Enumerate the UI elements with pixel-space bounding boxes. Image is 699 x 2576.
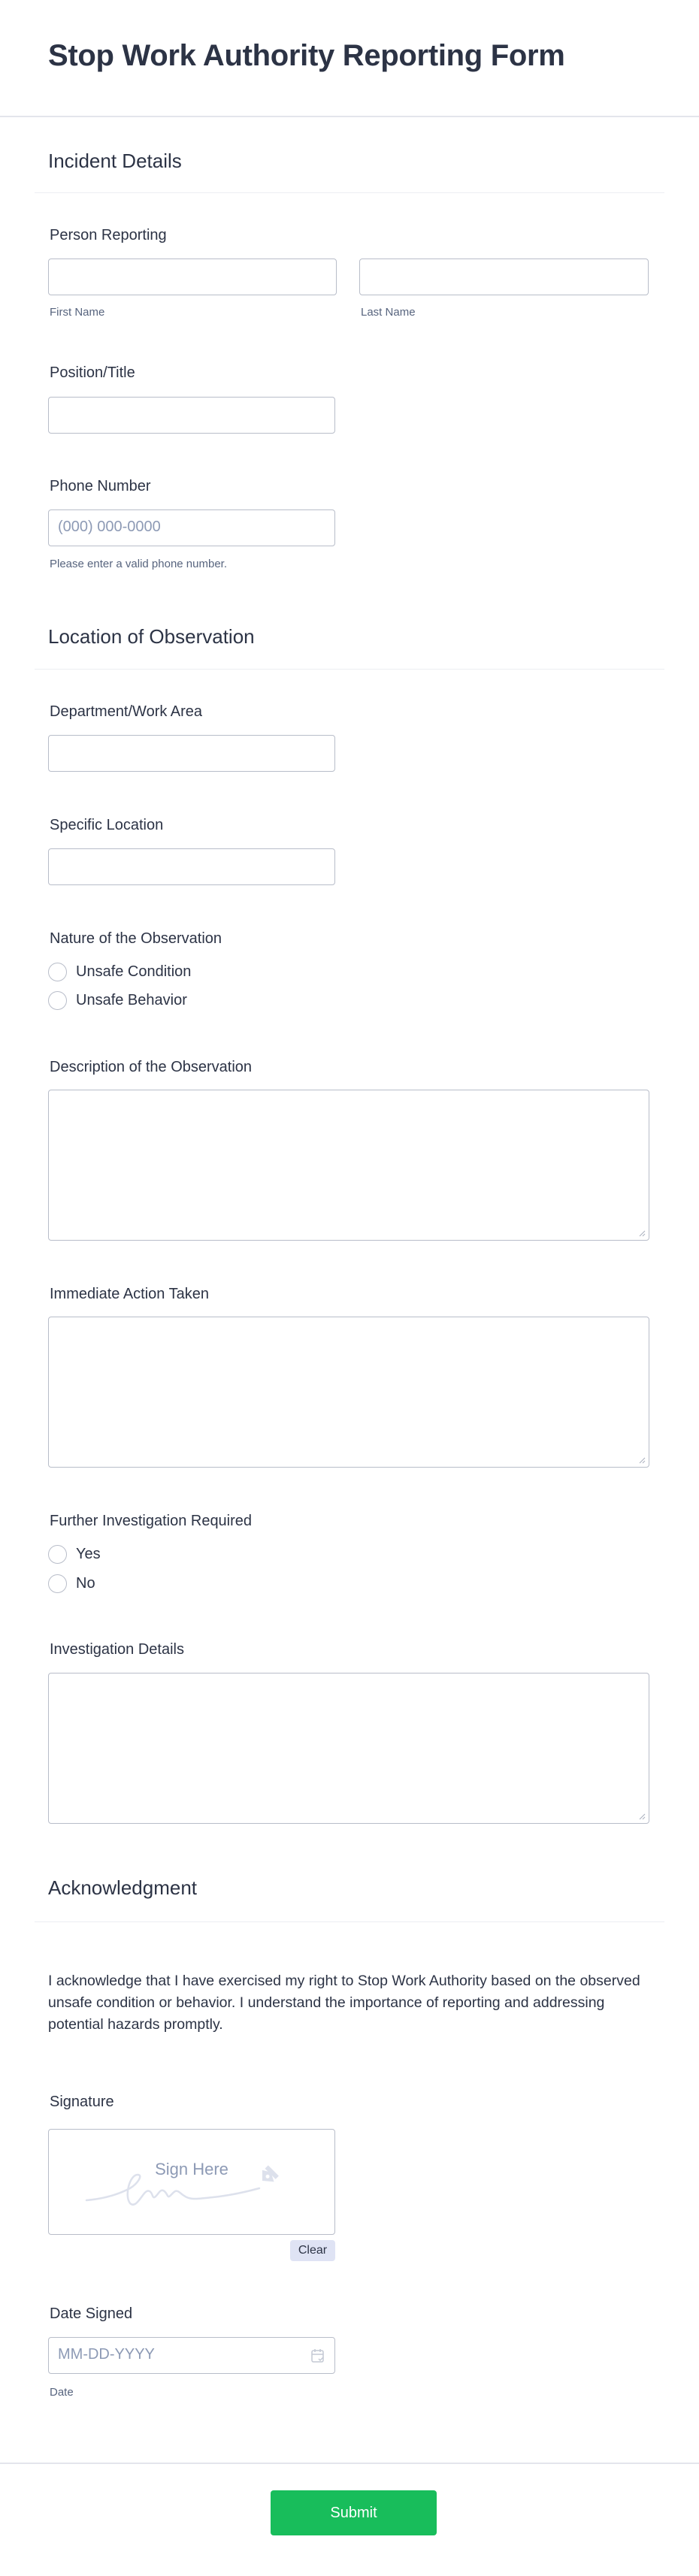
radio-button[interactable] [48, 1574, 67, 1593]
investigation-details-label: Investigation Details [50, 1641, 184, 1658]
section-title-incident-details: Incident Details [48, 150, 182, 172]
radio-label: Unsafe Condition [76, 963, 192, 980]
resize-handle-icon[interactable] [639, 1230, 646, 1237]
radio-label: Yes [76, 1545, 101, 1562]
signature-pen-icon [85, 2165, 279, 2206]
last-name-sublabel: Last Name [361, 306, 416, 319]
person-reporting-label: Person Reporting [50, 227, 167, 243]
radio-option-unsafe-behavior[interactable]: Unsafe Behavior [48, 990, 187, 1011]
header-divider [0, 116, 699, 117]
further-investigation-label: Further Investigation Required [50, 1513, 253, 1529]
resize-handle-icon[interactable] [639, 1813, 646, 1820]
radio-option-unsafe-condition[interactable]: Unsafe Condition [48, 961, 191, 982]
specific-location-label: Specific Location [50, 817, 164, 833]
radio-button[interactable] [48, 962, 67, 981]
section-divider [35, 669, 664, 670]
immediate-action-label: Immediate Action Taken [50, 1286, 209, 1302]
first-name-input[interactable] [48, 259, 337, 295]
clear-signature-button[interactable]: Clear [290, 2240, 335, 2261]
description-textarea[interactable] [48, 1090, 649, 1241]
calendar-icon[interactable] [310, 2348, 325, 2364]
section-divider [35, 1921, 664, 1922]
immediate-action-textarea[interactable] [48, 1317, 649, 1468]
submit-button[interactable]: Submit [271, 2490, 437, 2535]
radio-label: Unsafe Behavior [76, 991, 187, 1008]
description-label: Description of the Observation [50, 1059, 253, 1075]
department-label: Department/Work Area [50, 703, 203, 720]
date-signed-input[interactable]: MM-DD-YYYY [48, 2337, 335, 2374]
footer-divider [0, 2463, 699, 2464]
phone-number-label: Phone Number [50, 478, 151, 494]
phone-number-input[interactable]: (000) 000-0000 [48, 509, 335, 546]
last-name-input[interactable] [359, 259, 649, 295]
date-placeholder: MM-DD-YYYY [58, 2346, 155, 2363]
specific-location-input[interactable] [48, 848, 335, 885]
phone-number-help: Please enter a valid phone number. [50, 558, 227, 570]
radio-option-yes[interactable]: Yes [48, 1543, 101, 1565]
radio-option-no[interactable]: No [48, 1573, 95, 1594]
position-title-input[interactable] [48, 397, 335, 434]
acknowledgment-text: I acknowledge that I have exercised my r… [48, 1973, 640, 2033]
date-sublabel: Date [50, 2386, 74, 2399]
radio-button[interactable] [48, 1544, 67, 1564]
radio-label: No [76, 1574, 95, 1592]
investigation-details-textarea[interactable] [48, 1673, 649, 1824]
section-title-location: Location of Observation [48, 625, 255, 648]
department-input[interactable] [48, 735, 335, 772]
section-divider [35, 192, 664, 193]
signature-pad[interactable]: Sign Here [48, 2129, 335, 2235]
section-title-acknowledgment: Acknowledgment [48, 1876, 197, 1899]
radio-button[interactable] [48, 990, 67, 1010]
form-title: Stop Work Authority Reporting Form [48, 39, 565, 72]
position-title-label: Position/Title [50, 364, 135, 381]
phone-number-placeholder: (000) 000-0000 [58, 519, 161, 535]
resize-handle-icon[interactable] [639, 1457, 646, 1464]
first-name-sublabel: First Name [50, 306, 105, 319]
date-signed-label: Date Signed [50, 2305, 133, 2322]
signature-label: Signature [50, 2094, 114, 2110]
nature-label: Nature of the Observation [50, 930, 222, 947]
